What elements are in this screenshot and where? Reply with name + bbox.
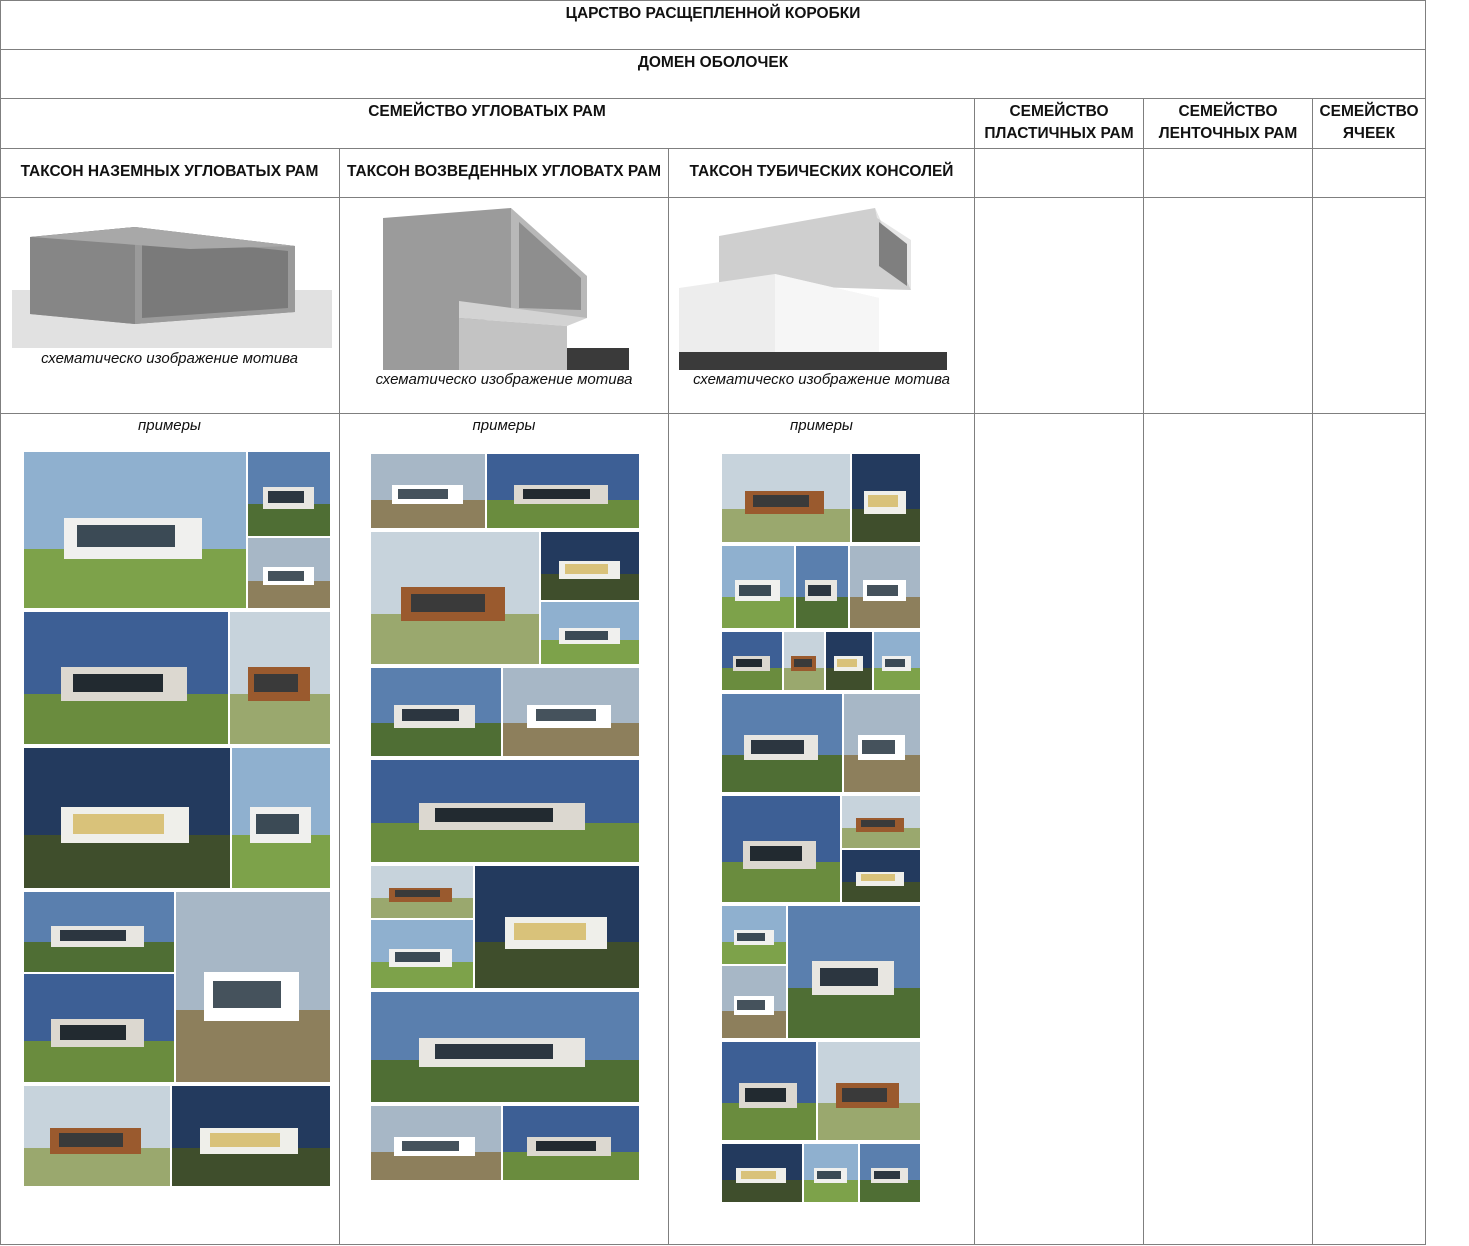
example-photo — [852, 454, 920, 542]
example-photo — [818, 1042, 920, 1140]
schematic-tubular-cantilever — [679, 208, 947, 370]
example-photo — [842, 796, 920, 848]
example-photo — [796, 546, 848, 628]
example-photo — [176, 892, 330, 1082]
example-photo — [487, 454, 639, 528]
taxon-raised-title: ТАКСОН ВОЗВЕДЕННЫХ УГЛОВАТХ РАМ — [346, 163, 661, 180]
example-photo — [844, 694, 920, 792]
example-photo — [24, 974, 174, 1082]
example-photo — [722, 796, 840, 902]
example-photo — [24, 1086, 170, 1186]
family-cells-title: СЕМЕЙСТВО ЯЧЕЕК — [1319, 103, 1419, 142]
example-photo — [24, 612, 228, 744]
examples-label: примеры — [138, 417, 201, 434]
family-angular-title: СЕМЕЙСТВО УГЛОВАТЫХ РАМ — [368, 103, 606, 120]
column-divider — [668, 148, 669, 1245]
table-border-bottom — [0, 1244, 1426, 1245]
examples-collage-raised — [371, 454, 639, 1180]
example-photo — [371, 760, 639, 862]
example-photo — [371, 1106, 501, 1180]
example-photo — [371, 454, 485, 528]
table-border-top — [0, 0, 1426, 1]
examples-label: примеры — [790, 417, 853, 434]
table-border-right — [1425, 0, 1426, 1245]
example-photo — [503, 668, 639, 756]
schematic-caption: схематическо изображение мотива — [693, 371, 950, 388]
schematic-caption: схематическо изображение мотива — [375, 371, 633, 388]
taxon-tubular-title: ТАКСОН ТУБИЧЕСКИХ КОНСОЛЕЙ — [689, 163, 954, 180]
example-photo — [541, 532, 639, 600]
example-photo — [248, 452, 330, 536]
example-photo — [722, 454, 850, 542]
taxon-ground-title: ТАКСОН НАЗЕМНЫХ УГЛОВАТЫХ РАМ — [20, 163, 319, 180]
row-divider — [0, 197, 1426, 198]
example-photo — [874, 632, 920, 690]
example-photo — [804, 1144, 858, 1202]
example-photo — [722, 632, 782, 690]
example-photo — [503, 1106, 639, 1180]
table-border-left — [0, 0, 1, 1245]
example-photo — [722, 966, 786, 1038]
column-divider — [339, 148, 340, 1245]
example-photo — [784, 632, 824, 690]
example-photo — [842, 850, 920, 902]
example-photo — [371, 992, 639, 1102]
column-divider — [974, 98, 975, 1245]
column-divider — [1143, 98, 1144, 1245]
row-divider — [0, 98, 1426, 99]
example-photo — [722, 694, 842, 792]
example-photo — [371, 920, 473, 988]
example-photo — [722, 1042, 816, 1140]
row-divider — [0, 148, 1426, 149]
example-photo — [248, 538, 330, 608]
schematic-raised-frame — [383, 208, 629, 370]
example-photo — [24, 452, 246, 608]
domain-title: ДОМЕН ОБОЛОЧЕК — [637, 54, 789, 71]
example-photo — [24, 748, 230, 888]
example-photo — [860, 1144, 920, 1202]
example-photo — [371, 866, 473, 918]
example-photo — [722, 546, 794, 628]
kingdom-title: ЦАРСТВО РАСЩЕПЛЕННОЙ КОРОБКИ — [565, 5, 861, 22]
examples-collage-tubular — [722, 454, 920, 1202]
schematic-ground-frame — [12, 227, 332, 348]
example-photo — [722, 906, 786, 964]
schematic-caption: схематическо изображение мотива — [41, 350, 298, 367]
example-photo — [232, 748, 330, 888]
example-photo — [826, 632, 872, 690]
example-photo — [371, 668, 501, 756]
example-photo — [230, 612, 330, 744]
example-photo — [722, 1144, 802, 1202]
example-photo — [541, 602, 639, 664]
example-photo — [371, 532, 539, 664]
example-photo — [172, 1086, 330, 1186]
example-photo — [24, 892, 174, 972]
example-photo — [788, 906, 920, 1038]
examples-collage-ground — [24, 452, 330, 1186]
family-plastic-title: СЕМЕЙСТВО ПЛАСТИЧНЫХ РАМ — [984, 103, 1134, 142]
example-photo — [850, 546, 920, 628]
example-photo — [475, 866, 639, 988]
column-divider — [1312, 98, 1313, 1245]
family-ribbon-title: СЕМЕЙСТВО ЛЕНТОЧНЫХ РАМ — [1158, 103, 1298, 142]
row-divider — [0, 49, 1426, 50]
examples-label: примеры — [472, 417, 536, 434]
row-divider — [0, 413, 1426, 414]
